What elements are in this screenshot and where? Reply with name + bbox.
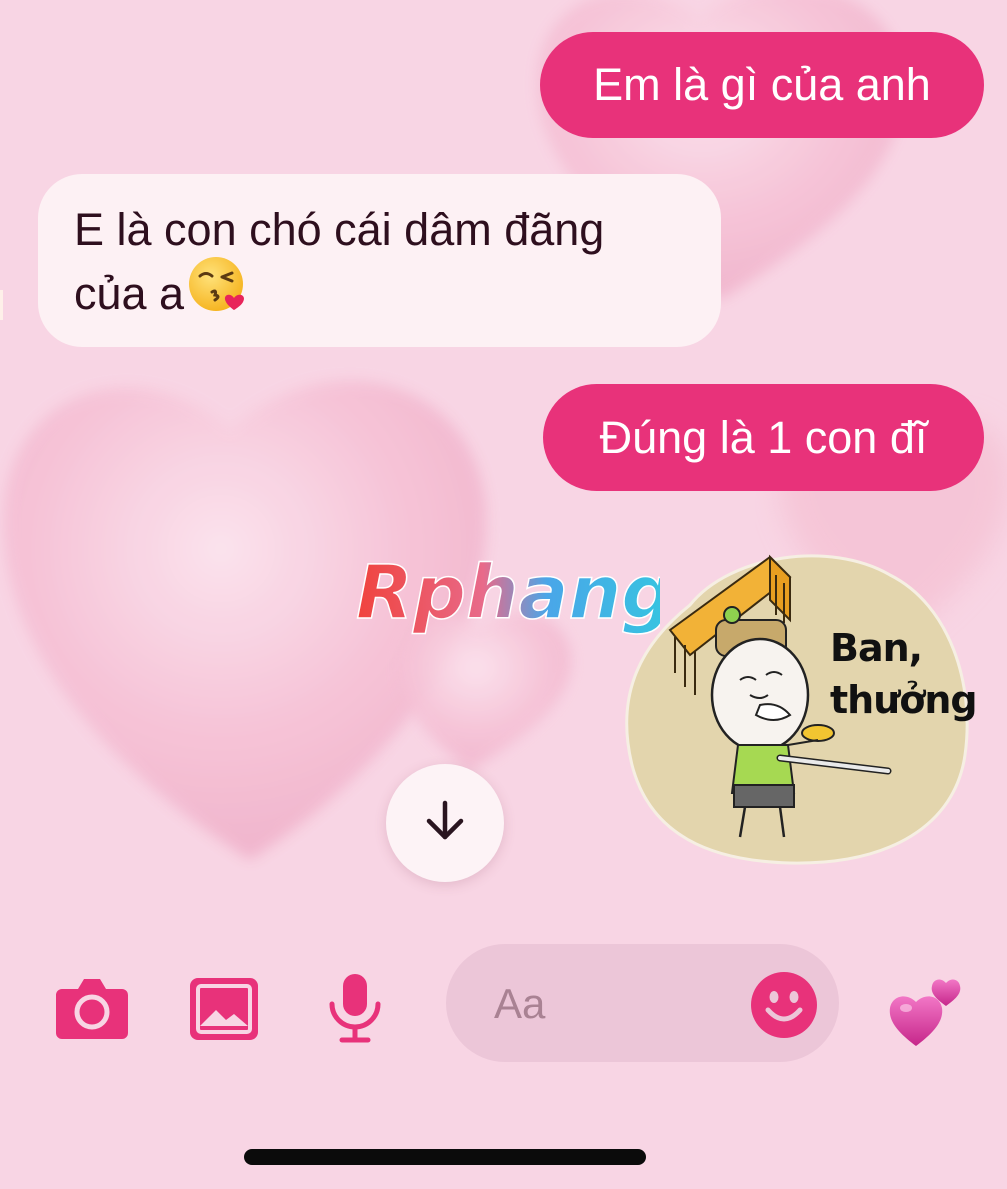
quick-reaction-button[interactable] bbox=[886, 970, 966, 1050]
camera-icon bbox=[54, 979, 130, 1045]
home-indicator[interactable] bbox=[244, 1149, 646, 1165]
arrow-down-icon bbox=[421, 797, 469, 850]
watermark-logo: Rphang bbox=[355, 549, 660, 637]
watermark-text: Rphang bbox=[356, 550, 660, 636]
message-text: E là con chó cái dâm đãng của a bbox=[74, 204, 605, 319]
kissing-heart-emoji-icon bbox=[188, 254, 248, 331]
voice-message-button[interactable] bbox=[326, 974, 384, 1044]
message-text: Đúng là 1 con đĩ bbox=[599, 411, 928, 463]
message-bubble-received[interactable]: E là con chó cái dâm đãng của a bbox=[38, 174, 721, 347]
message-composer bbox=[446, 944, 839, 1062]
message-input[interactable] bbox=[492, 973, 746, 1035]
message-bubble-sent[interactable]: Đúng là 1 con đĩ bbox=[543, 384, 984, 491]
two-hearts-icon bbox=[886, 979, 966, 1054]
message-bubble-sent[interactable]: Em là gì của anh bbox=[540, 32, 984, 138]
smiley-icon[interactable] bbox=[751, 972, 817, 1043]
camera-button[interactable] bbox=[54, 975, 130, 1041]
microphone-icon bbox=[326, 974, 384, 1048]
sticker-caption: Ban, thưởng bbox=[830, 626, 978, 722]
scroll-to-bottom-button[interactable] bbox=[386, 764, 504, 882]
image-icon bbox=[190, 978, 258, 1044]
message-text: Em là gì của anh bbox=[593, 59, 931, 110]
gallery-button[interactable] bbox=[190, 978, 258, 1040]
